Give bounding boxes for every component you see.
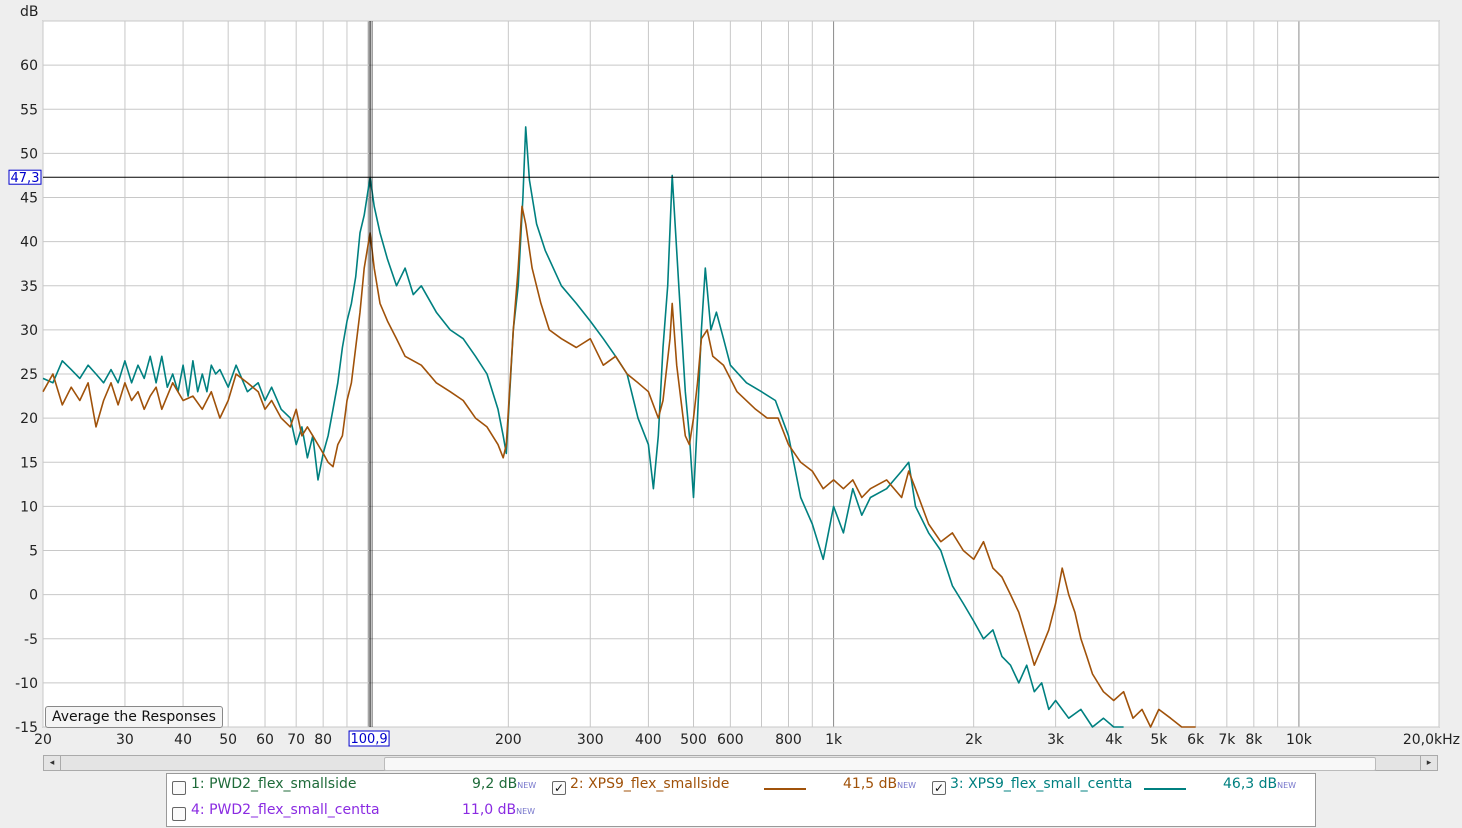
legend-badge-2: NEW	[897, 781, 917, 790]
legend-badge-1: NEW	[517, 781, 537, 790]
y-tick-label: 0	[29, 588, 38, 604]
x-tick-label: 30	[116, 732, 134, 748]
legend-checkbox-1[interactable]	[172, 781, 186, 795]
y-tick-label: 60	[20, 58, 38, 74]
y-tick-label: 15	[20, 455, 38, 471]
y-tick-label: 40	[20, 235, 38, 251]
horizontal-scrollbar[interactable]: ◂ ▸	[43, 755, 1438, 771]
x-tick-label: 20,0kHz	[1403, 732, 1460, 748]
scroll-thumb[interactable]	[384, 757, 1376, 771]
y-tick-label: -5	[24, 632, 38, 648]
legend-label-4[interactable]: 4: PWD2_flex_small_centta	[191, 802, 380, 818]
x-tick-label: 600	[717, 732, 744, 748]
legend-badge-3: NEW	[1277, 781, 1297, 790]
average-responses-button[interactable]: Average the Responses	[45, 706, 223, 728]
x-tick-label: 50	[219, 732, 237, 748]
legend-value-text-2: 41,5 dB	[843, 776, 898, 792]
y-tick-label: 45	[20, 191, 38, 207]
legend: 1: PWD2_flex_smallside 9,2 dBNEW ✓ 2: XP…	[166, 773, 1316, 827]
scroll-left-arrow-icon[interactable]: ◂	[44, 756, 61, 770]
y-tick-label: -10	[15, 676, 38, 692]
x-tick-label: 6k	[1187, 732, 1205, 748]
x-tick-label: 4k	[1105, 732, 1123, 748]
y-tick-label: 55	[20, 102, 38, 118]
x-tick-label: 7k	[1218, 732, 1236, 748]
x-tick-label: 20	[34, 732, 52, 748]
legend-value-4: 11,0 dBNEW	[462, 802, 535, 818]
legend-value-2: 41,5 dBNEW	[843, 776, 916, 792]
y-tick-label: 30	[20, 323, 38, 339]
x-tick-label: 300	[577, 732, 604, 748]
legend-checkbox-4[interactable]	[172, 807, 186, 821]
legend-checkbox-2[interactable]: ✓	[552, 781, 566, 795]
y-axis-unit-label: dB	[20, 4, 39, 20]
legend-value-3: 46,3 dBNEW	[1223, 776, 1296, 792]
y-tick-label: 35	[20, 279, 38, 295]
legend-badge-4: NEW	[516, 807, 536, 816]
legend-checkbox-3[interactable]: ✓	[932, 781, 946, 795]
legend-swatch-3	[1144, 788, 1186, 790]
y-tick-label: 5	[29, 544, 38, 560]
scroll-right-arrow-icon[interactable]: ▸	[1420, 756, 1437, 770]
x-tick-label: 5k	[1150, 732, 1168, 748]
legend-label-2[interactable]: 2: XPS9_flex_smallside	[570, 776, 729, 792]
cursor-x-readout: 100,9	[350, 732, 387, 747]
x-tick-label: 10k	[1286, 732, 1313, 748]
legend-value-text-4: 11,0 dB	[462, 802, 517, 818]
x-tick-label: 400	[635, 732, 662, 748]
cursor-y-readout: 47,3	[11, 171, 40, 186]
legend-value-text-3: 46,3 dB	[1223, 776, 1278, 792]
x-tick-label: 40	[174, 732, 192, 748]
frequency-response-chart[interactable]: 47,3100,9 605550454035302520151050-5-10-…	[0, 0, 1462, 755]
y-tick-label: 10	[20, 499, 38, 515]
x-tick-label: 800	[775, 732, 802, 748]
y-tick-label: 20	[20, 411, 38, 427]
y-tick-label: 50	[20, 146, 38, 162]
legend-swatch-2	[764, 788, 806, 790]
x-tick-label: 3k	[1047, 732, 1065, 748]
x-tick-label: 500	[680, 732, 707, 748]
legend-label-3[interactable]: 3: XPS9_flex_small_centta	[950, 776, 1132, 792]
x-tick-label: 80	[314, 732, 332, 748]
y-tick-label: 25	[20, 367, 38, 383]
legend-label-1[interactable]: 1: PWD2_flex_smallside	[191, 776, 357, 792]
legend-value-text-1: 9,2 dB	[472, 776, 518, 792]
x-tick-label: 70	[287, 732, 305, 748]
x-tick-label: 1k	[825, 732, 843, 748]
x-tick-label: 60	[256, 732, 274, 748]
x-tick-label: 200	[495, 732, 522, 748]
legend-value-1: 9,2 dBNEW	[472, 776, 536, 792]
x-tick-label: 2k	[965, 732, 983, 748]
x-tick-label: 8k	[1245, 732, 1263, 748]
